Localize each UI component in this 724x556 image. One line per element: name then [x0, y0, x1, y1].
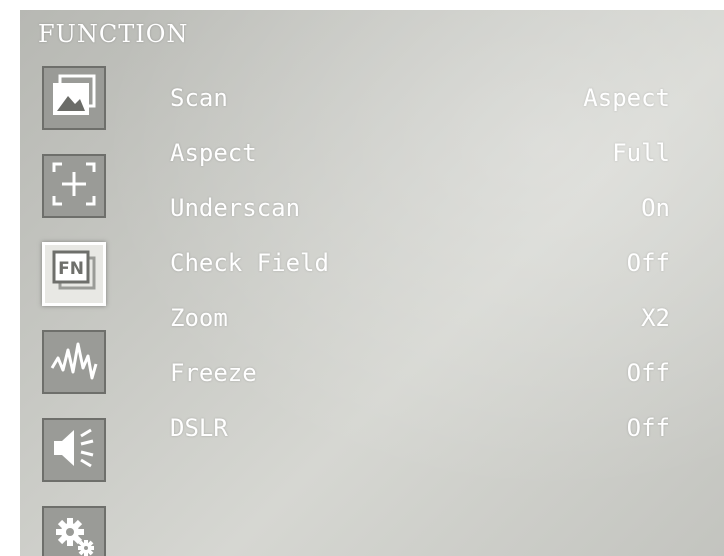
sidebar-item-function[interactable]: FN — [42, 242, 106, 306]
sidebar-item-system[interactable] — [42, 506, 106, 556]
setting-value[interactable]: Aspect — [583, 84, 670, 112]
setting-row-check-field[interactable]: Check Field Off — [170, 245, 680, 285]
setting-row-zoom[interactable]: Zoom X2 — [170, 300, 680, 340]
setting-row-freeze[interactable]: Freeze Off — [170, 355, 680, 395]
setting-row-underscan[interactable]: Underscan On — [170, 190, 680, 230]
fn-icon: FN — [48, 246, 100, 302]
setting-label: Aspect — [170, 139, 257, 167]
waveform-icon — [48, 334, 100, 390]
setting-value[interactable]: On — [641, 194, 670, 222]
setting-label: DSLR — [170, 414, 228, 442]
setting-label: Zoom — [170, 304, 228, 332]
sidebar-item-audio[interactable] — [42, 418, 106, 482]
setting-value[interactable]: Off — [627, 359, 670, 387]
menu-title: FUNCTION — [38, 20, 189, 48]
picture-icon — [48, 70, 100, 126]
setting-value[interactable]: Full — [612, 139, 670, 167]
sidebar-item-waveform[interactable] — [42, 330, 106, 394]
setting-row-scan[interactable]: Scan Aspect — [170, 80, 680, 120]
sidebar-item-picture[interactable] — [42, 66, 106, 130]
setting-label: Underscan — [170, 194, 301, 222]
gear-icon — [48, 510, 100, 556]
setting-label: Check Field — [170, 249, 329, 277]
setting-value[interactable]: Off — [627, 249, 670, 277]
setting-value[interactable]: Off — [627, 414, 670, 442]
svg-text:FN: FN — [58, 259, 84, 279]
speaker-icon — [48, 422, 100, 478]
setting-label: Freeze — [170, 359, 257, 387]
marker-icon — [48, 158, 100, 214]
sidebar-item-marker[interactable] — [42, 154, 106, 218]
osd-screen: FUNCTION FN Scan Aspect Aspect Full Unde… — [20, 10, 724, 556]
setting-label: Scan — [170, 84, 228, 112]
setting-value[interactable]: X2 — [641, 304, 670, 332]
setting-row-dslr[interactable]: DSLR Off — [170, 410, 680, 450]
setting-row-aspect[interactable]: Aspect Full — [170, 135, 680, 175]
